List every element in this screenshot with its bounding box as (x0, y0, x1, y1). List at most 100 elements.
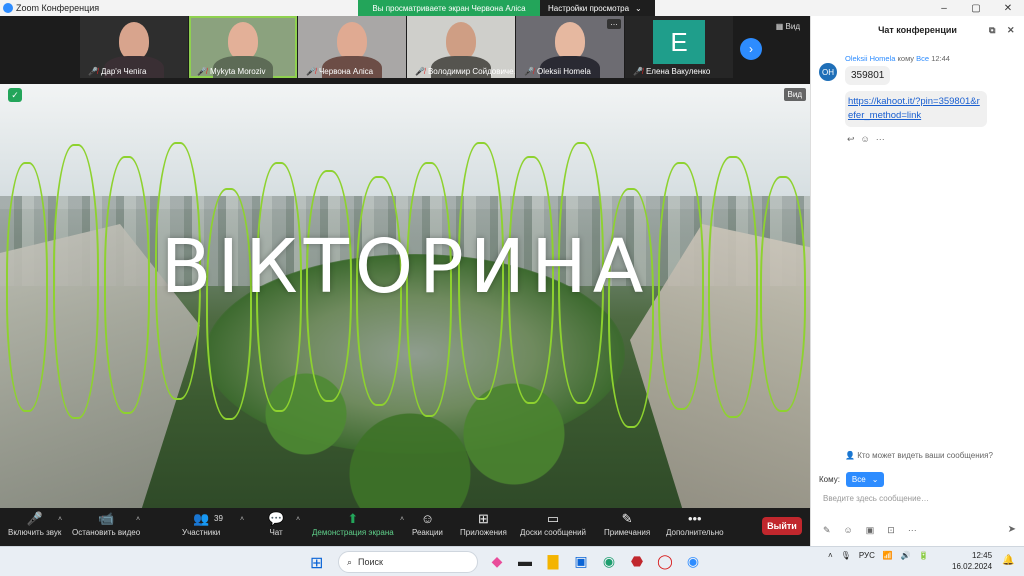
reactions-icon: ☺ (420, 511, 435, 526)
video-camera-icon: 📹 (97, 511, 115, 526)
chevron-up-icon[interactable]: ˄ (828, 551, 833, 560)
screenshot-icon[interactable]: ⊡ (887, 525, 895, 536)
participant-name-tag: 🎤̸ Дар'я Чепіга (88, 67, 146, 76)
task-view-icon[interactable]: ▬ (516, 552, 534, 570)
clock-time: 12:45 (972, 551, 993, 560)
participant-video (228, 22, 258, 60)
notification-bell-icon[interactable]: 🔔 (1002, 555, 1014, 566)
window-title: Zoom Конференция (16, 3, 100, 13)
chat-message-link[interactable]: https://kahoot.it/?pin=359801&refer_meth… (845, 91, 987, 127)
participant-video (555, 22, 585, 60)
who-can-see-link[interactable]: 👤 Кто может видеть ваши сообщения? (845, 451, 993, 460)
security-shield-icon[interactable]: ✓ (8, 88, 22, 102)
copilot-icon[interactable]: ◆ (488, 552, 506, 570)
stop-video-label: Остановить видео (72, 528, 141, 537)
maximize-button[interactable]: ▢ (960, 0, 992, 16)
windows-taskbar: ⊞ ⌕ Поиск ◆ ▬ ▇ ▣ ◉ ⬣ ◯ ◉ ˄ 🎙 РУС 📶 🔊 🔋 … (0, 546, 1024, 576)
microphone-icon[interactable]: 🎙 (841, 551, 851, 560)
volume-icon[interactable]: 🔊 (901, 551, 911, 560)
shared-view-button[interactable]: Вид (783, 88, 806, 101)
more-button[interactable]: ••• Дополнительно (666, 510, 724, 537)
whiteboards-button[interactable]: ▭ Доски сообщений (520, 510, 586, 537)
avatar: OH (819, 63, 837, 81)
more-options-icon[interactable]: ··· (908, 525, 917, 536)
taskbar-search[interactable]: ⌕ Поиск (338, 551, 478, 573)
window-controls: – ▢ ✕ (928, 0, 1024, 16)
close-button[interactable]: ✕ (992, 0, 1024, 16)
share-options-caret[interactable]: ˄ (400, 516, 404, 523)
unmute-label: Включить звук (8, 528, 62, 537)
participant-tile[interactable]: 🎤̸ Червона Аліса (298, 16, 406, 78)
search-icon: ⌕ (347, 556, 353, 567)
battery-icon[interactable]: 🔋 (919, 551, 929, 560)
apps-label: Приложения (460, 528, 507, 537)
language-indicator[interactable]: РУС (859, 551, 875, 560)
who-can-see-label: Кто может видеть ваши сообщения? (857, 451, 993, 460)
participant-name-tag: 🎤̸ Елена Вакуленко (633, 67, 710, 76)
wifi-icon[interactable]: 📶 (883, 551, 893, 560)
more-options-icon[interactable]: ··· (876, 134, 885, 145)
edge-icon[interactable]: ◉ (600, 552, 618, 570)
system-clock[interactable]: 12:45 16.02.2024 (952, 550, 992, 572)
view-options-button[interactable]: Настройки просмотра ⌄ (540, 0, 655, 16)
emoji-icon[interactable]: ☺ (844, 525, 853, 536)
reactions-button[interactable]: ☺ Реакции (412, 510, 443, 537)
leave-button[interactable]: Выйти (762, 517, 802, 535)
participants-options-caret[interactable]: ˄ (240, 516, 244, 523)
participant-name-tag: 🎤̸ Mykyta Moroziv (197, 67, 266, 76)
format-icon[interactable]: ✎ (823, 525, 831, 536)
recipient-select[interactable]: Все ⌄ (845, 472, 885, 487)
participant-tile-active-speaker[interactable]: 🎤̸ Mykyta Moroziv (189, 16, 297, 78)
video-options-caret[interactable]: ˄ (136, 516, 140, 523)
participant-more-button[interactable]: … (607, 19, 621, 29)
participants-count: 39 (214, 514, 223, 523)
send-icon[interactable]: ➤ (1008, 524, 1016, 535)
share-screen-label: Демонстрация экрана (312, 528, 394, 537)
message-meta: Oleksii Homela кому Все 12:44 (845, 54, 950, 63)
audio-options-caret[interactable]: ˄ (58, 516, 62, 523)
participant-video (119, 22, 149, 60)
stop-video-button[interactable]: 📹 Остановить видео (72, 510, 140, 537)
apps-icon: ⊞ (477, 511, 489, 526)
chat-tools: ✎ ☺ ▣ ⊡ ··· (823, 525, 917, 536)
reply-icon[interactable]: ↩ (847, 134, 855, 145)
chevron-down-icon: ⌄ (635, 3, 642, 13)
system-tray: ˄ 🎙 РУС 📶 🔊 🔋 (828, 551, 929, 560)
participant-tile[interactable]: 🎤̸ Дар'я Чепіга (80, 16, 188, 78)
antivirus-icon[interactable]: ⬣ (628, 552, 646, 570)
unmute-button[interactable]: 🎤 Включить звук (8, 510, 61, 537)
chat-panel: Чат конференции ⧉ ✕ Oleksii Homela кому … (810, 16, 1024, 546)
minimize-button[interactable]: – (928, 0, 960, 16)
participant-tile[interactable]: E 🎤̸ Елена Вакуленко (625, 16, 733, 78)
chat-message-input[interactable]: Введите здесь сообщение… (823, 494, 929, 503)
share-screen-icon: ⬆ (347, 511, 359, 526)
message-recipient[interactable]: Все (916, 54, 929, 63)
share-screen-button[interactable]: ⬆ Демонстрация экрана (312, 510, 394, 537)
popout-icon[interactable]: ⧉ (989, 25, 995, 36)
emoji-react-icon[interactable]: ☺ (861, 134, 870, 145)
store-icon[interactable]: ▣ (572, 552, 590, 570)
chat-button[interactable]: 💬 Чат (268, 510, 284, 537)
file-icon[interactable]: ▣ (866, 525, 875, 536)
participants-icon: 👥 (193, 511, 210, 526)
person-icon: 👤 (845, 451, 858, 460)
screen: Zoom Конференция Вы просматриваете экран… (0, 0, 1024, 576)
opera-icon[interactable]: ◯ (656, 552, 674, 570)
notes-button[interactable]: ✎ Примечания (604, 510, 650, 537)
whiteboards-label: Доски сообщений (520, 528, 587, 537)
participant-tile[interactable]: … 🎤̸ Oleksii Homela (516, 16, 624, 78)
apps-button[interactable]: ⊞ Приложения (460, 510, 507, 537)
zoom-app-icon[interactable]: ◉ (684, 552, 702, 570)
mic-muted-icon: 🎤̸ (197, 67, 207, 76)
start-menu-icon[interactable]: ⊞ (310, 553, 323, 573)
participant-tile[interactable]: 🎤̸ Володимир Сойдовиче… (407, 16, 515, 78)
view-options-label: Настройки просмотра (548, 3, 630, 13)
meeting-toolbar: 🎤 Включить звук ˄ 📹 Остановить видео ˄ 👥… (0, 508, 810, 546)
gallery-view-button[interactable]: ▦ Вид (776, 22, 800, 31)
close-icon[interactable]: ✕ (1007, 25, 1015, 36)
message-sender[interactable]: Oleksii Homela (845, 54, 895, 63)
file-explorer-icon[interactable]: ▇ (544, 552, 562, 570)
participant-name: Елена Вакуленко (645, 67, 711, 76)
next-page-button[interactable]: › (740, 38, 762, 60)
chat-options-caret[interactable]: ˄ (296, 516, 300, 523)
